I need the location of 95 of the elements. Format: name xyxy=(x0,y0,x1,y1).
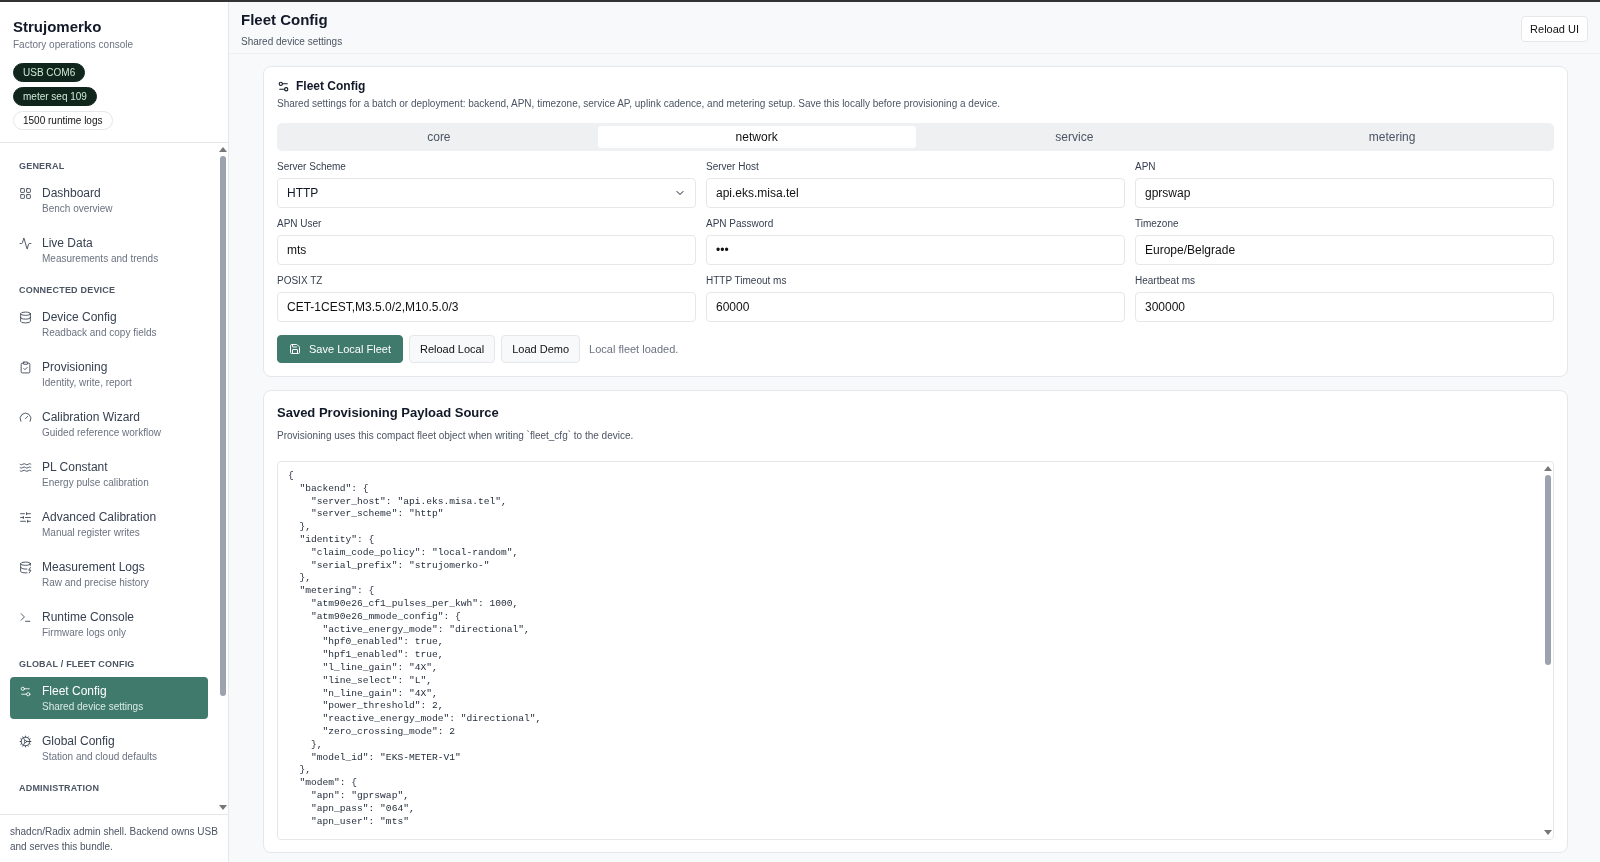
input-field[interactable]: gprswap xyxy=(1135,178,1554,208)
section-heading: CONNECTED DEVICE xyxy=(19,285,117,295)
input-field[interactable]: CET-1CEST,M3.5.0/2,M10.5.0/3 xyxy=(277,292,696,322)
nav-item[interactable]: Fleet Config Shared device settings xyxy=(10,677,208,719)
input-field[interactable]: ••• xyxy=(706,235,1125,265)
nav-item[interactable]: Advanced Calibration Manual register writes xyxy=(10,503,208,545)
brand-subtitle: Factory operations console xyxy=(13,39,134,50)
page-title: Fleet Config xyxy=(241,11,329,28)
nav-item[interactable]: Measurement Logs Raw and precise history xyxy=(10,553,208,595)
nav-label: Device Config xyxy=(42,310,118,324)
nav-description: Guided reference workflow xyxy=(42,427,161,438)
status-badge: USB COM6 xyxy=(13,63,86,82)
pulse-icon xyxy=(19,237,32,250)
nav-item[interactable]: Live Data Measurements and trends xyxy=(10,229,208,271)
field-label: HTTP Timeout ms xyxy=(706,275,788,286)
status-badge: meter seq 109 xyxy=(13,87,97,106)
nav-description: Measurements and trends xyxy=(42,253,159,264)
field-label: APN User xyxy=(277,218,323,229)
tab[interactable]: service xyxy=(915,126,1234,148)
scrollbar-thumb[interactable] xyxy=(220,156,226,696)
nav-description: Identity, write, report xyxy=(42,377,132,388)
save-button[interactable]: Save Local Fleet xyxy=(277,335,403,363)
scroll-down-icon[interactable] xyxy=(1544,830,1552,835)
nav-label: Advanced Calibration xyxy=(42,510,157,524)
tab[interactable]: network xyxy=(597,126,916,148)
action-button[interactable]: Load Demo xyxy=(501,335,581,363)
section-heading: ADMINISTRATION xyxy=(19,783,101,793)
field-label: Server Host xyxy=(706,161,760,172)
nav-label: Calibration Wizard xyxy=(42,410,142,424)
scroll-up-icon[interactable] xyxy=(219,147,227,152)
input-field[interactable]: 300000 xyxy=(1135,292,1554,322)
action-button[interactable]: Reload Local xyxy=(408,335,496,363)
grid-icon xyxy=(19,187,32,200)
nav-label: Runtime Console xyxy=(42,610,135,624)
field-label: APN xyxy=(1135,161,1157,172)
scrollbar-thumb[interactable] xyxy=(1545,475,1551,665)
page-subtitle: Shared device settings xyxy=(241,36,343,47)
tab[interactable]: core xyxy=(280,126,598,148)
card-description: Shared settings for a batch or deployment: backend, APN, timezone, service AP, uplink cadence, and metering setup. Save this locally before provisioning a device. xyxy=(277,98,1001,109)
sliders-icon xyxy=(277,79,290,93)
gauge-icon xyxy=(19,411,32,424)
nav-item[interactable]: Provisioning Identity, write, report xyxy=(10,353,208,395)
nav-description: Manual register writes xyxy=(42,527,141,538)
select-field[interactable]: HTTP xyxy=(277,178,696,208)
nav-item[interactable]: Calibration Wizard Guided reference workflow xyxy=(10,403,208,445)
nav-description: Raw and precise history xyxy=(42,577,149,588)
nav-item[interactable]: PL Constant Energy pulse calibration xyxy=(10,453,208,495)
nav-label: Live Data xyxy=(42,236,94,250)
scroll-down-icon[interactable] xyxy=(219,805,227,810)
nav-label: Dashboard xyxy=(42,186,102,200)
section-heading: GENERAL xyxy=(19,161,66,171)
input-field[interactable]: mts xyxy=(277,235,696,265)
scroll-up-icon[interactable] xyxy=(1544,466,1552,471)
field-label: Timezone xyxy=(1135,218,1180,229)
nav-label: Measurement Logs xyxy=(42,560,146,574)
field-label: POSIX TZ xyxy=(277,275,324,286)
sliders-icon xyxy=(19,685,32,698)
section-heading: GLOBAL / FLEET CONFIG xyxy=(19,659,136,669)
card-title: Fleet Config xyxy=(296,79,366,93)
brand-name: Strujomerko xyxy=(13,18,102,35)
waves-icon xyxy=(19,461,32,474)
nav-label: Fleet Config xyxy=(42,684,108,698)
nav-item[interactable]: Runtime Console Firmware logs only xyxy=(10,603,208,645)
card-title: Saved Provisioning Payload Source xyxy=(277,405,500,420)
nav-description: Station and cloud defaults xyxy=(42,751,158,762)
nav-item[interactable]: Device Config Readback and copy fields xyxy=(10,303,208,345)
nav-description: Energy pulse calibration xyxy=(42,477,149,488)
reload-ui-button[interactable]: Reload UI xyxy=(1521,16,1588,42)
terminal-icon xyxy=(19,611,32,624)
input-field[interactable]: api.eks.misa.tel xyxy=(706,178,1125,208)
field-label: Heartbeat ms xyxy=(1135,275,1197,286)
nav-item[interactable]: Dashboard Bench overview xyxy=(10,179,208,221)
nav-label: PL Constant xyxy=(42,460,109,474)
database-icon xyxy=(19,561,32,574)
input-field[interactable]: 60000 xyxy=(706,292,1125,322)
nav-description: Shared device settings xyxy=(42,701,144,712)
field-label: APN Password xyxy=(706,218,775,229)
nav-description: Firmware logs only xyxy=(42,627,127,638)
database-icon xyxy=(19,311,32,324)
nav-item[interactable]: Global Config Station and cloud defaults xyxy=(10,727,208,769)
status-text: Local fleet loaded. xyxy=(589,343,679,355)
footer-note: shadcn/Radix admin shell. Backend owns USB and serves this bundle. xyxy=(0,814,228,862)
nav-description: Bench overview xyxy=(42,203,113,214)
gear-icon xyxy=(19,735,32,748)
input-field[interactable]: Europe/Belgrade xyxy=(1135,235,1554,265)
nav-label: Provisioning xyxy=(42,360,109,374)
nav-description: Readback and copy fields xyxy=(42,327,157,338)
sliders-icon xyxy=(19,511,32,524)
field-label: Server Scheme xyxy=(277,161,347,172)
card-description: Provisioning uses this compact fleet object when writing `fleet_cfg` to the device. xyxy=(277,430,635,441)
nav-label: Global Config xyxy=(42,734,116,748)
tab[interactable]: metering xyxy=(1233,126,1551,148)
clipboard-icon xyxy=(19,361,32,374)
status-badge: 1500 runtime logs xyxy=(13,111,113,130)
code-text: { "backend": { "server_host": "api.eks.misa.tel", "server_scheme": "http" }, "identity": { "claim_code_policy": "local-random", "serial_prefix": "strujomerko-" }, "metering": { "atm90e26_cf1_pulses_per_kwh": 1000, "atm90e26_mmode_config": { "active_energy_mode": "directional", "hpf0_enabled": true, "hpf1_enabled": true, "l_line_gain": "4X", "line_select": "L", "n_line_gain": "4X", "power_threshold": 2, "reactive_energy_mode": "directional", "zero_crossing_mode": 2 }, "model_id": "EKS-METER-V1" }, "modem": { "apn": "gprswap", "apn_pass": "064", "apn_user": "mts" xyxy=(287,469,543,829)
